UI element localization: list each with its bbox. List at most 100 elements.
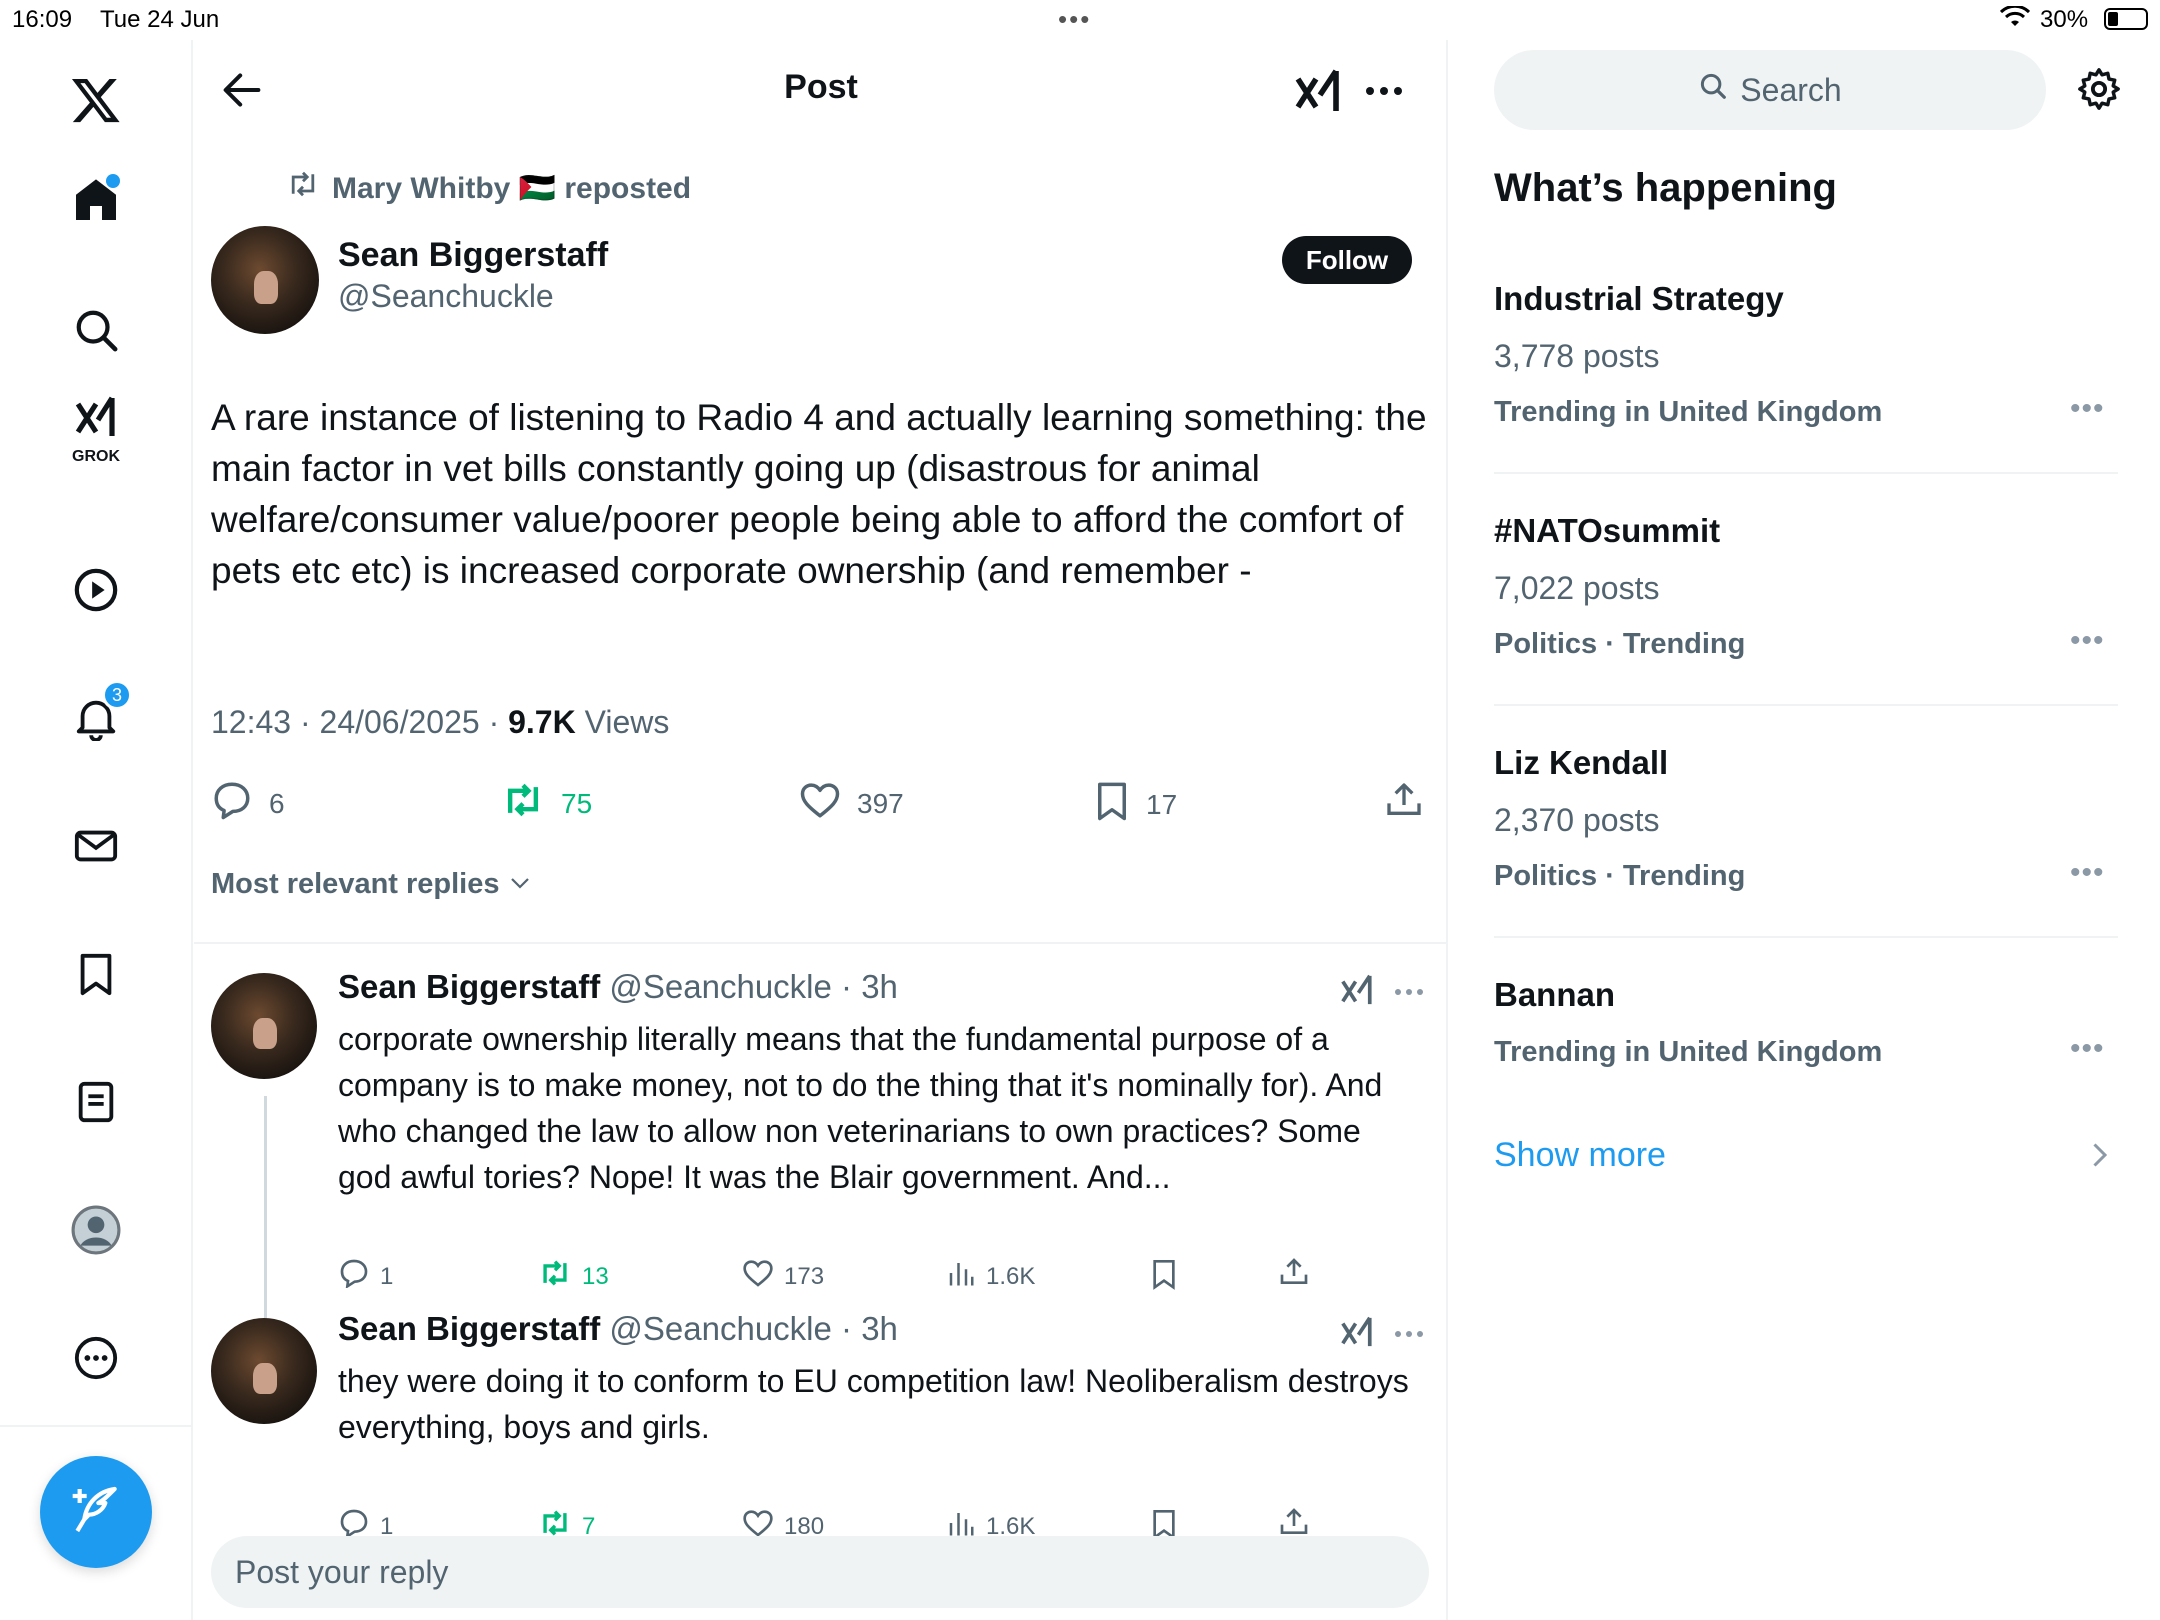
reply-views-action[interactable]: 1.6K bbox=[946, 1258, 1035, 1295]
comment-icon bbox=[211, 780, 253, 827]
bookmark-action[interactable]: 17 bbox=[1094, 780, 1177, 829]
nav-lists[interactable] bbox=[60, 1068, 132, 1140]
nav-more[interactable] bbox=[60, 1324, 132, 1396]
more-options-icon[interactable] bbox=[1364, 84, 1404, 102]
right-sidebar: Search What’s happening Industrial Strat… bbox=[1450, 40, 2160, 1620]
reply-text: they were doing it to conform to EU comp… bbox=[338, 1363, 1409, 1445]
reply-more-icon[interactable] bbox=[1394, 984, 1424, 1002]
trend-title[interactable]: Liz Kendall bbox=[1494, 744, 1668, 782]
trend-context: Politics · Trending bbox=[1494, 860, 1746, 892]
reply-like-action[interactable]: 173 bbox=[742, 1258, 824, 1295]
nav-messages[interactable] bbox=[60, 812, 132, 884]
bookmark-count: 17 bbox=[1146, 788, 1178, 820]
nav-profile[interactable] bbox=[60, 1196, 132, 1268]
post-detail-column: Post Mary Whitby 🇵🇸 reposted Sean Bigger… bbox=[194, 40, 1448, 1620]
trend-more-icon[interactable]: ••• bbox=[2070, 392, 2105, 426]
replies-divider bbox=[194, 942, 1448, 944]
play-icon bbox=[73, 567, 119, 618]
nav-grok[interactable]: GROK bbox=[60, 396, 132, 472]
views-count: 9.7K bbox=[508, 704, 576, 740]
nav-bookmarks[interactable] bbox=[60, 940, 132, 1012]
battery-percent: 30% bbox=[2040, 6, 2089, 33]
trend-count: 3,778 posts bbox=[1494, 338, 1660, 374]
trend-context: Trending in United Kingdom bbox=[1494, 1036, 1883, 1068]
compose-post-button[interactable] bbox=[40, 1456, 152, 1568]
grok-icon bbox=[72, 396, 120, 445]
bookmark-icon bbox=[1094, 780, 1130, 829]
trend-more-icon[interactable]: ••• bbox=[2070, 856, 2105, 890]
chevron-down-icon bbox=[508, 868, 532, 901]
share-icon[interactable] bbox=[1278, 1256, 1310, 1293]
trend-more-icon[interactable]: ••• bbox=[2070, 624, 2105, 658]
nav-notifications[interactable]: 3 bbox=[60, 680, 132, 756]
bookmark-icon[interactable] bbox=[1150, 1258, 1178, 1295]
x-logo-icon[interactable] bbox=[60, 64, 132, 136]
profile-avatar-icon bbox=[71, 1205, 121, 1260]
nav-explore[interactable] bbox=[60, 296, 132, 368]
reply-count: 6 bbox=[269, 787, 285, 819]
repost-action[interactable]: 75 bbox=[501, 780, 592, 827]
author-handle[interactable]: @Seanchuckle bbox=[338, 278, 554, 315]
post-timestamp[interactable]: 12:43 · 24/06/2025 · bbox=[211, 704, 508, 740]
reply-avatar[interactable] bbox=[211, 973, 317, 1079]
whats-happening-heading: What’s happening bbox=[1494, 166, 1837, 210]
trend-title[interactable]: Industrial Strategy bbox=[1494, 280, 1784, 318]
like-action[interactable]: 397 bbox=[799, 780, 904, 827]
reply-action[interactable]: 6 bbox=[211, 780, 285, 827]
bookmark-icon bbox=[73, 951, 119, 1002]
trend-context: Trending in United Kingdom bbox=[1494, 396, 1883, 428]
trend-context: Politics · Trending bbox=[1494, 628, 1746, 660]
trend-divider bbox=[1494, 704, 2118, 706]
reply-repost-action[interactable]: 13 bbox=[538, 1258, 609, 1295]
grok-icon[interactable] bbox=[1340, 1315, 1374, 1354]
post-meta: 12:43 · 24/06/2025 · 9.7K Views bbox=[211, 704, 669, 741]
trend-title[interactable]: Bannan bbox=[1494, 976, 1615, 1014]
reply-repost-count: 13 bbox=[582, 1262, 609, 1290]
feather-plus-icon bbox=[68, 1482, 124, 1543]
repost-icon bbox=[501, 780, 545, 827]
post-header: Post bbox=[194, 40, 1448, 140]
reply-handle-time: @Seanchuckle · 3h bbox=[600, 968, 898, 1005]
reply-like-count: 173 bbox=[784, 1262, 825, 1290]
reply-comment-count: 1 bbox=[380, 1262, 394, 1290]
multitasking-dots-icon[interactable]: ••• bbox=[1058, 4, 1091, 35]
replies-sort-dropdown[interactable]: Most relevant replies bbox=[211, 868, 532, 901]
chevron-right-icon bbox=[2090, 1140, 2108, 1175]
notifications-badge: 3 bbox=[102, 680, 132, 710]
trend-title[interactable]: #NATOsummit bbox=[1494, 512, 1720, 550]
reply-input[interactable]: Post your reply bbox=[211, 1536, 1429, 1608]
reply-author-name: Sean Biggerstaff bbox=[338, 1310, 601, 1347]
nav-home[interactable] bbox=[60, 166, 132, 238]
reply-more-icon[interactable] bbox=[1394, 1326, 1424, 1344]
search-input[interactable]: Search bbox=[1494, 50, 2046, 130]
reply-header[interactable]: Sean Biggerstaff @Seanchuckle · 3h bbox=[338, 968, 898, 1006]
follow-button[interactable]: Follow bbox=[1282, 236, 1412, 284]
list-icon bbox=[73, 1079, 119, 1130]
nav-video[interactable] bbox=[60, 556, 132, 628]
comment-icon bbox=[338, 1258, 370, 1295]
gear-icon[interactable] bbox=[2076, 66, 2122, 117]
reply-comment-action[interactable]: 1 bbox=[338, 1258, 393, 1295]
heart-icon bbox=[742, 1258, 774, 1295]
repost-icon bbox=[538, 1258, 572, 1295]
bar-chart-icon bbox=[946, 1258, 976, 1295]
share-action[interactable] bbox=[1384, 780, 1424, 827]
author-avatar[interactable] bbox=[211, 226, 319, 334]
repost-context[interactable]: Mary Whitby 🇵🇸 reposted bbox=[286, 170, 691, 206]
reply-text: corporate ownership literally means that… bbox=[338, 1021, 1383, 1195]
trend-more-icon[interactable]: ••• bbox=[2070, 1032, 2105, 1066]
nav-divider bbox=[0, 1425, 193, 1427]
more-circle-icon bbox=[73, 1335, 119, 1386]
home-unread-dot bbox=[106, 174, 120, 188]
trend-count: 7,022 posts bbox=[1494, 570, 1660, 606]
grok-icon[interactable] bbox=[1294, 68, 1342, 119]
heart-icon bbox=[799, 780, 841, 827]
search-placeholder: Search bbox=[1740, 71, 1842, 108]
repost-label: Mary Whitby 🇵🇸 reposted bbox=[332, 171, 692, 205]
grok-icon[interactable] bbox=[1340, 973, 1374, 1012]
reply-header[interactable]: Sean Biggerstaff @Seanchuckle · 3h bbox=[338, 1310, 898, 1348]
author-name[interactable]: Sean Biggerstaff bbox=[338, 236, 608, 275]
reply-handle-time: @Seanchuckle · 3h bbox=[600, 1310, 898, 1347]
reply-avatar[interactable] bbox=[211, 1318, 317, 1424]
show-more-link[interactable]: Show more bbox=[1494, 1136, 1666, 1175]
